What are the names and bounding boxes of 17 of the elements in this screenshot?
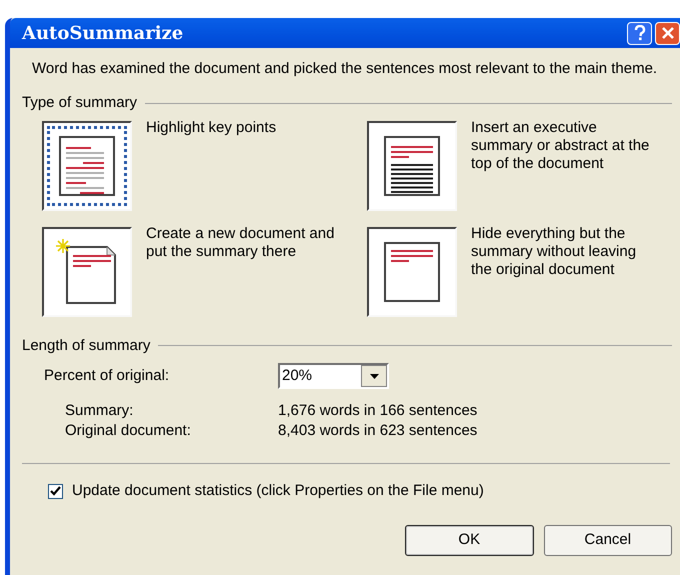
stat-value: 1,676 words in 166 sentences [278,401,478,421]
percent-dropdown[interactable]: 20% [278,363,389,389]
dialog-button[interactable]: OK [405,524,534,556]
stat-value: 8,403 words in 623 sentences [278,421,478,441]
option-label: Hide everything but the summary without leaving the original document [471,224,638,280]
stat-label: Original document: [65,421,192,441]
dialog-button[interactable]: Cancel [544,524,672,556]
percent-label: Percent of original: [44,366,170,386]
checkbox-label[interactable]: Update document statistics (click Properties on the File menu) [72,480,484,502]
intro-text: Word has examined the document and picked the sentences most relevant to the main theme. [31,59,658,78]
option-label: Highlight key points [146,118,278,138]
section-heading: Length of summary [22,336,150,356]
stat-label: Summary: [65,401,134,421]
option-label: Create a new document and put the summary there [146,224,336,262]
window-title: AutoSummarize [22,22,184,46]
section-heading: Type of summary [22,93,138,113]
option-label: Insert an executive summary or abstract at the top of the document [471,118,650,174]
